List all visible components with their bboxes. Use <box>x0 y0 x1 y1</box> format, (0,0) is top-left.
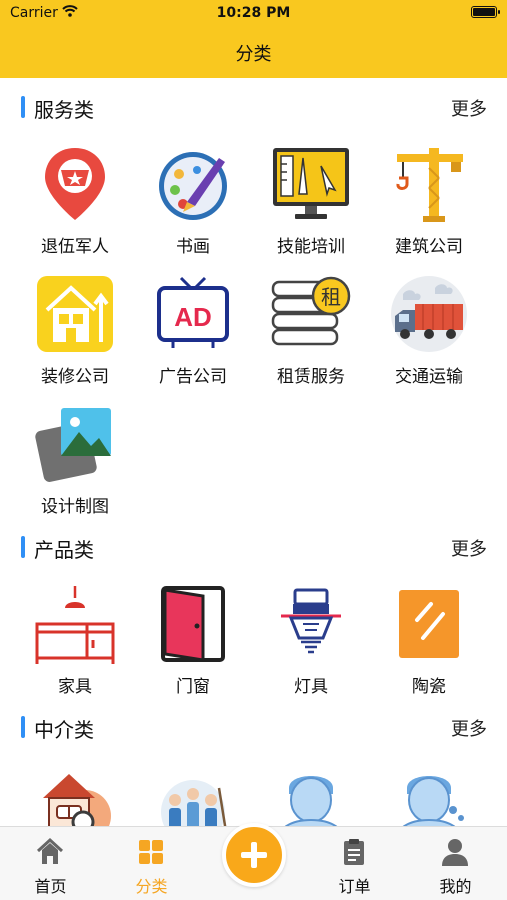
grid-item-furniture[interactable]: 家具 <box>16 584 134 704</box>
more-link[interactable]: 更多 <box>451 95 487 121</box>
cleaners-icon <box>161 780 227 826</box>
ad-tv-icon: AD <box>157 276 229 348</box>
grid-item-transport[interactable]: 交通运输 <box>370 274 488 394</box>
grid-item-label: 书画 <box>176 237 210 257</box>
grid-item-label: 灯具 <box>294 677 328 697</box>
tab-label: 分类 <box>135 877 168 896</box>
user-icon <box>442 839 468 866</box>
tab-orders[interactable]: 订单 <box>304 827 405 900</box>
agent-avatar-icon <box>284 776 338 826</box>
grid-item-renovation[interactable]: 装修公司 <box>16 274 134 394</box>
section-header-services: 服务类 更多 <box>0 86 507 126</box>
section-accent-bar <box>21 716 25 738</box>
section-title: 服务类 <box>34 98 94 122</box>
grid-item-label: 建筑公司 <box>395 237 463 257</box>
picture-frame-icon <box>35 408 111 482</box>
tab-label: 订单 <box>338 877 371 896</box>
category-grid-icon <box>139 840 163 864</box>
lamp-icon <box>281 588 341 654</box>
section-accent-bar <box>21 536 25 558</box>
grid-item-training[interactable]: 技能培训 <box>252 144 370 264</box>
grid-item-label: 设计制图 <box>41 497 109 517</box>
ceramic-tile-icon <box>399 590 459 658</box>
section-header-products: 产品类 更多 <box>0 526 507 566</box>
section-title: 产品类 <box>34 538 94 562</box>
status-bar: Carrier 10:28 PM <box>0 0 507 28</box>
plus-icon <box>241 842 267 868</box>
page-title: 分类 <box>235 44 272 65</box>
grid-item-design[interactable]: 设计制图 <box>16 404 134 524</box>
section-title: 中介类 <box>34 718 94 742</box>
truck-icon <box>391 276 467 352</box>
grid-item-advertising[interactable]: AD 广告公司 <box>134 274 252 394</box>
veteran-pin-icon <box>45 148 105 220</box>
grid-item-label: 门窗 <box>176 677 210 697</box>
grid-item-agency-person-2[interactable] <box>370 764 488 826</box>
house-renovation-icon <box>37 276 113 352</box>
grid-item-painting[interactable]: 书画 <box>134 144 252 264</box>
grid-item-label: 退伍军人 <box>41 237 109 257</box>
grid-item-doors[interactable]: 门窗 <box>134 584 252 704</box>
furniture-icon <box>35 586 115 664</box>
grid-item-veteran[interactable]: 退伍军人 <box>16 144 134 264</box>
crane-icon <box>396 148 463 222</box>
grid-item-agency-house[interactable] <box>16 764 134 826</box>
tab-home[interactable]: 首页 <box>0 827 101 900</box>
door-icon <box>161 586 225 662</box>
clock: 10:28 PM <box>216 5 291 21</box>
agent-avatar-2-icon <box>402 776 464 826</box>
grid-item-label: 陶瓷 <box>412 677 446 697</box>
grid-item-label: 交通运输 <box>395 367 463 387</box>
more-link[interactable]: 更多 <box>451 535 487 561</box>
grid-item-construction[interactable]: 建筑公司 <box>370 144 488 264</box>
grid-item-ceramics[interactable]: 陶瓷 <box>370 584 488 704</box>
clipboard-icon <box>344 839 364 865</box>
rent-stack-icon: 租 <box>271 276 351 346</box>
grid-item-label: 租赁服务 <box>277 367 345 387</box>
grid-item-agency-person[interactable] <box>252 764 370 826</box>
add-button[interactable] <box>222 823 286 887</box>
section-accent-bar <box>21 96 25 118</box>
grid-item-label: 广告公司 <box>159 367 227 387</box>
more-link[interactable]: 更多 <box>451 715 487 741</box>
battery-icon <box>471 6 500 18</box>
svg-text:AD: AD <box>174 302 212 332</box>
palette-icon <box>159 152 227 220</box>
home-icon <box>36 837 64 864</box>
tab-label: 我的 <box>439 877 472 896</box>
monitor-training-icon <box>273 148 349 219</box>
category-list[interactable]: 服务类 更多 退伍军人 书画 技能培训 建筑公司 装修公司 AD 广告公司 租 … <box>0 78 507 826</box>
section-header-agency: 中介类 更多 <box>0 706 507 746</box>
grid-item-agency-cleaning[interactable] <box>134 764 252 826</box>
grid-item-lamps[interactable]: 灯具 <box>252 584 370 704</box>
grid-item-rental[interactable]: 租 租赁服务 <box>252 274 370 394</box>
tab-mine[interactable]: 我的 <box>405 827 506 900</box>
grid-item-label: 家具 <box>58 677 92 697</box>
tab-category[interactable]: 分类 <box>101 827 202 900</box>
tab-bar: 首页 分类 订单 我的 <box>0 823 507 900</box>
grid-item-label: 技能培训 <box>277 237 345 257</box>
grid-item-label: 装修公司 <box>41 367 109 387</box>
house-agent-icon <box>43 774 111 826</box>
nav-bar: 分类 <box>0 28 507 78</box>
tab-label: 首页 <box>34 877 67 896</box>
rent-badge: 租 <box>321 285 341 309</box>
